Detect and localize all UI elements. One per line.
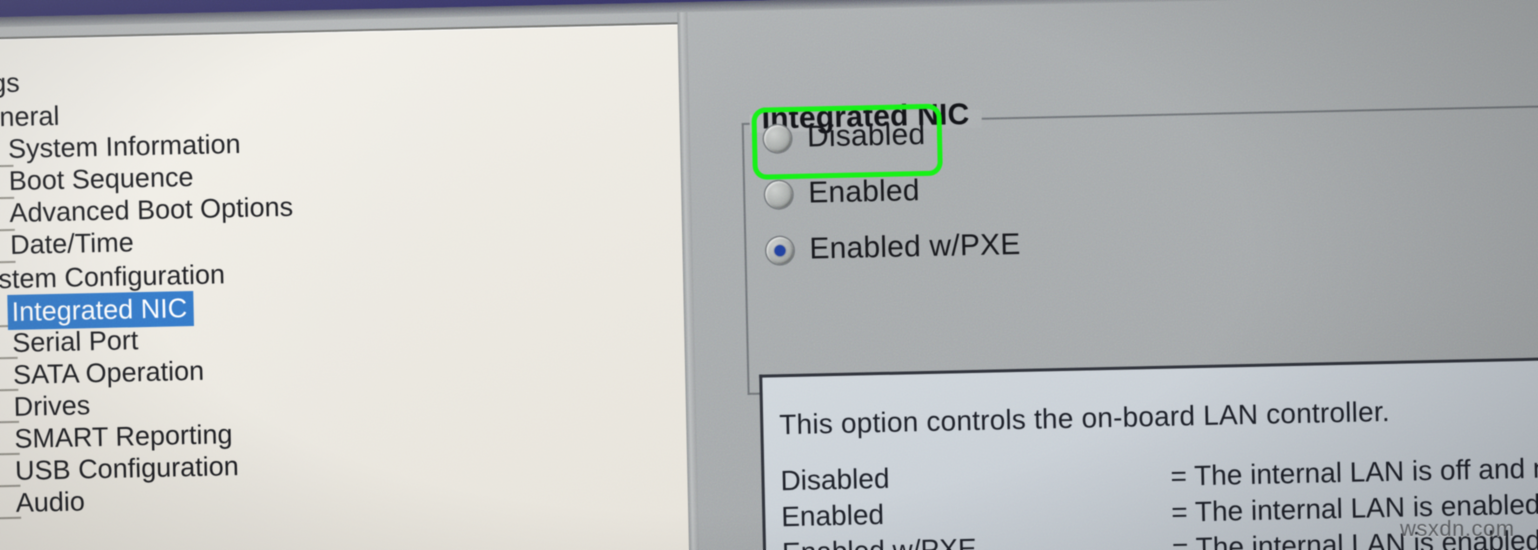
tree-item-usb-configuration[interactable]: USB Configuration: [15, 450, 239, 487]
description-term: Enabled: [780, 498, 885, 533]
tree-item-serial-port[interactable]: Serial Port: [12, 324, 139, 359]
photo-tilt-wrapper: nc. Precision T1650 PPUALS: [0, 0, 1538, 550]
radio-option-label: Enabled: [807, 174, 921, 210]
tree-item-date-time[interactable]: Date/Time: [10, 226, 134, 261]
bios-setup-screenshot: nc. Precision T1650 PPUALS: [0, 0, 1538, 550]
settings-tree: tings General System Information Boot Se…: [0, 24, 695, 550]
description-definition: = The internal LAN is off and not v: [1170, 451, 1538, 492]
tree-item-label: Date/Time: [9, 227, 135, 260]
tree-item-label: Serial Port: [11, 325, 139, 358]
radio-option-label: Disabled: [806, 117, 926, 154]
tree-item-label: General: [0, 100, 60, 133]
tree-item-settings[interactable]: tings: [0, 67, 20, 100]
description-term: Disabled: [780, 462, 890, 497]
tree-item-sata-operation[interactable]: SATA Operation: [13, 355, 205, 391]
tree-item-label: USB Configuration: [14, 451, 240, 486]
tree-item-smart-reporting[interactable]: SMART Reporting: [14, 418, 233, 455]
tree-item-label: SMART Reporting: [14, 419, 233, 454]
tree-item-label: SATA Operation: [12, 355, 205, 390]
settings-tree-panel[interactable]: tings General System Information Boot Se…: [0, 22, 699, 550]
tree-item-label: Advanced Boot Options: [9, 191, 294, 228]
tree-item-label: Boot Sequence: [8, 161, 194, 196]
description-intro: This option controls the on-board LAN co…: [778, 395, 1391, 441]
radio-button-icon[interactable]: [763, 124, 792, 152]
tree-item-general[interactable]: General: [0, 100, 60, 134]
radio-option-disabled[interactable]: Disabled: [763, 113, 926, 161]
wsxdn-watermark: wsxdn.com: [1400, 516, 1515, 541]
tree-item-advanced-boot-options[interactable]: Advanced Boot Options: [9, 191, 293, 229]
radio-option-label: Enabled w/PXE: [809, 227, 1021, 266]
tree-item-integrated-nic[interactable]: Integrated NIC: [7, 290, 194, 331]
description-term: Enabled w/PXE: [782, 533, 977, 550]
radio-option-enabled[interactable]: Enabled: [764, 169, 921, 216]
tree-item-label: Drives: [13, 390, 91, 422]
tree-item-label: Audio: [15, 486, 86, 518]
tree-item-system-information[interactable]: System Information: [8, 128, 241, 165]
window-title: nc. Precision T1650: [0, 0, 237, 3]
tree-item-label: tings: [0, 67, 21, 99]
radio-button-icon[interactable]: [766, 236, 794, 264]
radio-option-enabled-w-pxe[interactable]: Enabled w/PXE: [766, 223, 1021, 273]
tree-item-drives[interactable]: Drives: [13, 389, 90, 423]
tree-item-label: System Information: [7, 128, 241, 164]
radio-button-icon[interactable]: [764, 180, 793, 208]
tree-item-audio[interactable]: Audio: [15, 485, 85, 518]
tree-item-boot-sequence[interactable]: Boot Sequence: [8, 161, 193, 197]
